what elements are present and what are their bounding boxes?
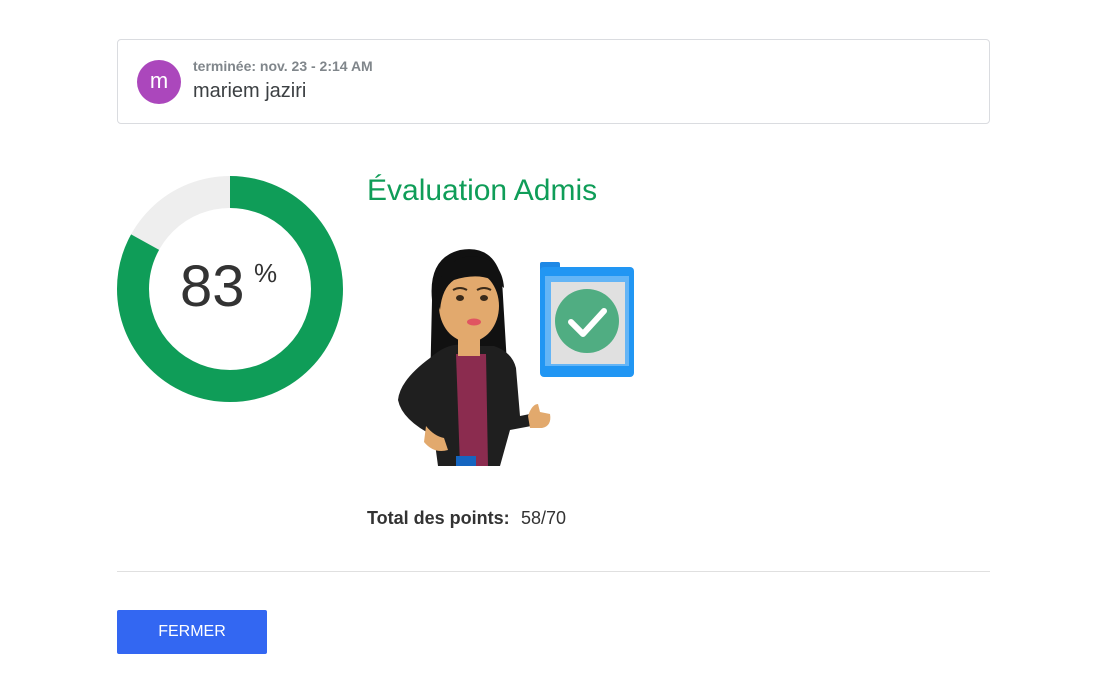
total-points-label: Total des points: [367,508,510,528]
result-title: Évaluation Admis [367,174,598,207]
score-value: 83 [180,254,245,319]
total-points-value: 58/70 [521,508,567,528]
submission-header: m terminée: nov. 23 - 2:14 AM mariem jaz… [117,39,990,124]
user-name: mariem jaziri [193,80,307,102]
close-button[interactable]: FERMER [117,610,267,654]
score-label: 83 % [117,176,343,402]
divider [117,571,990,572]
completion-timestamp: terminée: nov. 23 - 2:14 AM [193,58,373,74]
score-unit: % [254,258,278,288]
woman-thumbs-up-illustration [398,249,634,466]
checked-clipboard-icon [540,262,634,377]
result-page: m terminée: nov. 23 - 2:14 AM mariem jaz… [0,0,1097,682]
avatar: m [137,60,181,104]
